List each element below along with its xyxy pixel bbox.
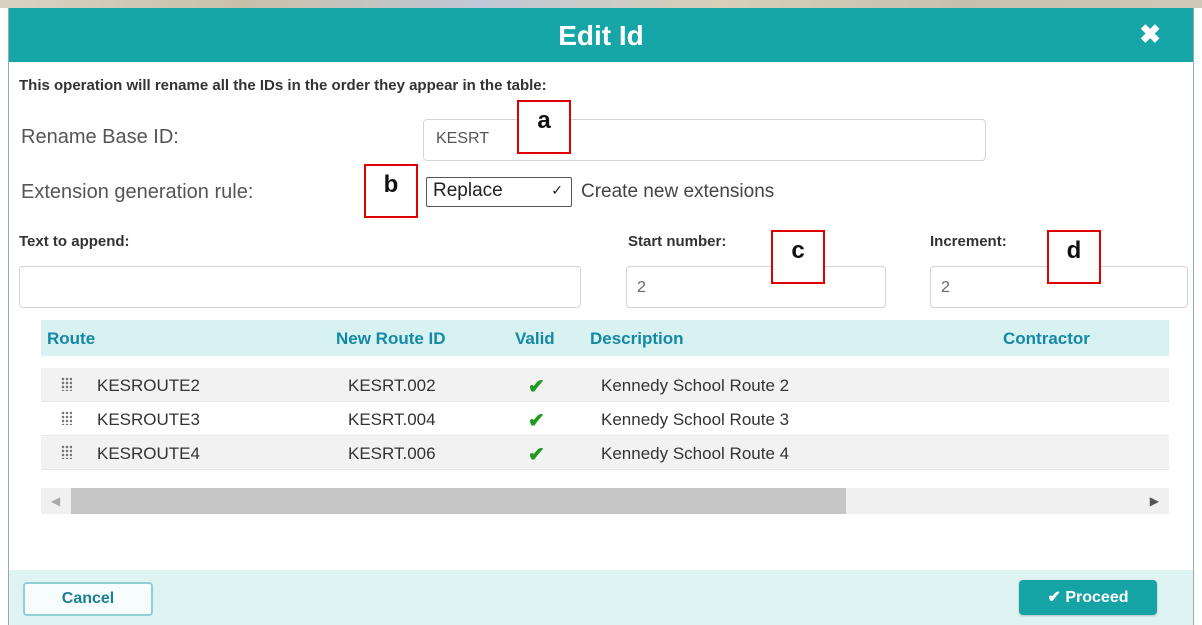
rename-base-input[interactable]: KESRT: [423, 119, 986, 161]
check-icon: ✔: [528, 444, 545, 466]
close-icon[interactable]: ✖: [1139, 20, 1161, 48]
cancel-button[interactable]: Cancel: [23, 582, 153, 616]
callout-c: c: [771, 230, 825, 284]
extension-rule-select[interactable]: Replace ✓: [426, 177, 572, 207]
route-cell: KESROUTE4: [97, 444, 200, 463]
scroll-right-icon[interactable]: ▶: [1150, 494, 1159, 508]
description-cell: Kennedy School Route 3: [601, 410, 790, 429]
drag-handle-icon[interactable]: [61, 411, 72, 425]
description-cell: Kennedy School Route 4: [601, 444, 790, 463]
routes-table: Route New Route ID Valid Description Con…: [41, 320, 1169, 514]
callout-b: b: [364, 164, 418, 218]
increment-label: Increment:: [930, 233, 1007, 250]
callout-a: a: [517, 100, 571, 154]
drag-handle-icon[interactable]: [61, 377, 72, 391]
check-icon: ✔: [528, 376, 545, 398]
rename-base-label: Rename Base ID:: [21, 126, 179, 148]
column-header-route[interactable]: Route: [47, 329, 95, 349]
table-row[interactable]: KESROUTE4 KESRT.006 ✔ Kennedy School Rou…: [41, 436, 1169, 470]
dialog-title: Edit Id: [558, 20, 644, 51]
route-cell: KESROUTE2: [97, 376, 200, 395]
column-header-valid[interactable]: Valid: [515, 329, 555, 349]
scrollbar-thumb[interactable]: [71, 488, 846, 514]
new-route-id-cell: KESRT.006: [348, 444, 436, 463]
intro-text: This operation will rename all the IDs i…: [19, 77, 547, 94]
route-cell: KESROUTE3: [97, 410, 200, 429]
column-header-contractor[interactable]: Contractor: [1003, 329, 1090, 349]
text-append-label: Text to append:: [19, 233, 130, 250]
proceed-button[interactable]: ✔ Proceed: [1019, 580, 1157, 615]
start-number-label: Start number:: [628, 233, 727, 250]
start-number-input[interactable]: 2: [626, 266, 886, 308]
drag-handle-icon[interactable]: [61, 445, 72, 459]
scroll-left-icon[interactable]: ◀: [51, 494, 60, 508]
column-header-description[interactable]: Description: [590, 329, 684, 349]
dialog-titlebar: Edit Id ✖: [9, 8, 1193, 62]
extension-rule-label: Extension generation rule:: [21, 181, 254, 203]
text-append-input[interactable]: [19, 266, 581, 308]
dialog-footer: Cancel ✔ Proceed: [9, 570, 1193, 625]
new-route-id-cell: KESRT.004: [348, 410, 436, 429]
edit-id-dialog: Edit Id ✖ This operation will rename all…: [8, 8, 1194, 625]
table-header: Route New Route ID Valid Description Con…: [41, 320, 1169, 356]
background-window-strip: [0, 0, 1202, 8]
table-row[interactable]: KESROUTE3 KESRT.004 ✔ Kennedy School Rou…: [41, 402, 1169, 436]
new-route-id-cell: KESRT.002: [348, 376, 436, 395]
column-header-new-route-id[interactable]: New Route ID: [336, 329, 446, 349]
extension-rule-description: Create new extensions: [581, 181, 775, 202]
check-icon: ✔: [528, 410, 545, 432]
chevron-down-icon: ✓: [551, 182, 563, 198]
horizontal-scrollbar[interactable]: ◀ ▶: [41, 488, 1169, 514]
description-cell: Kennedy School Route 2: [601, 376, 790, 395]
callout-d: d: [1047, 230, 1101, 284]
table-row[interactable]: KESROUTE2 KESRT.002 ✔ Kennedy School Rou…: [41, 368, 1169, 402]
extension-rule-value: Replace: [433, 180, 503, 201]
